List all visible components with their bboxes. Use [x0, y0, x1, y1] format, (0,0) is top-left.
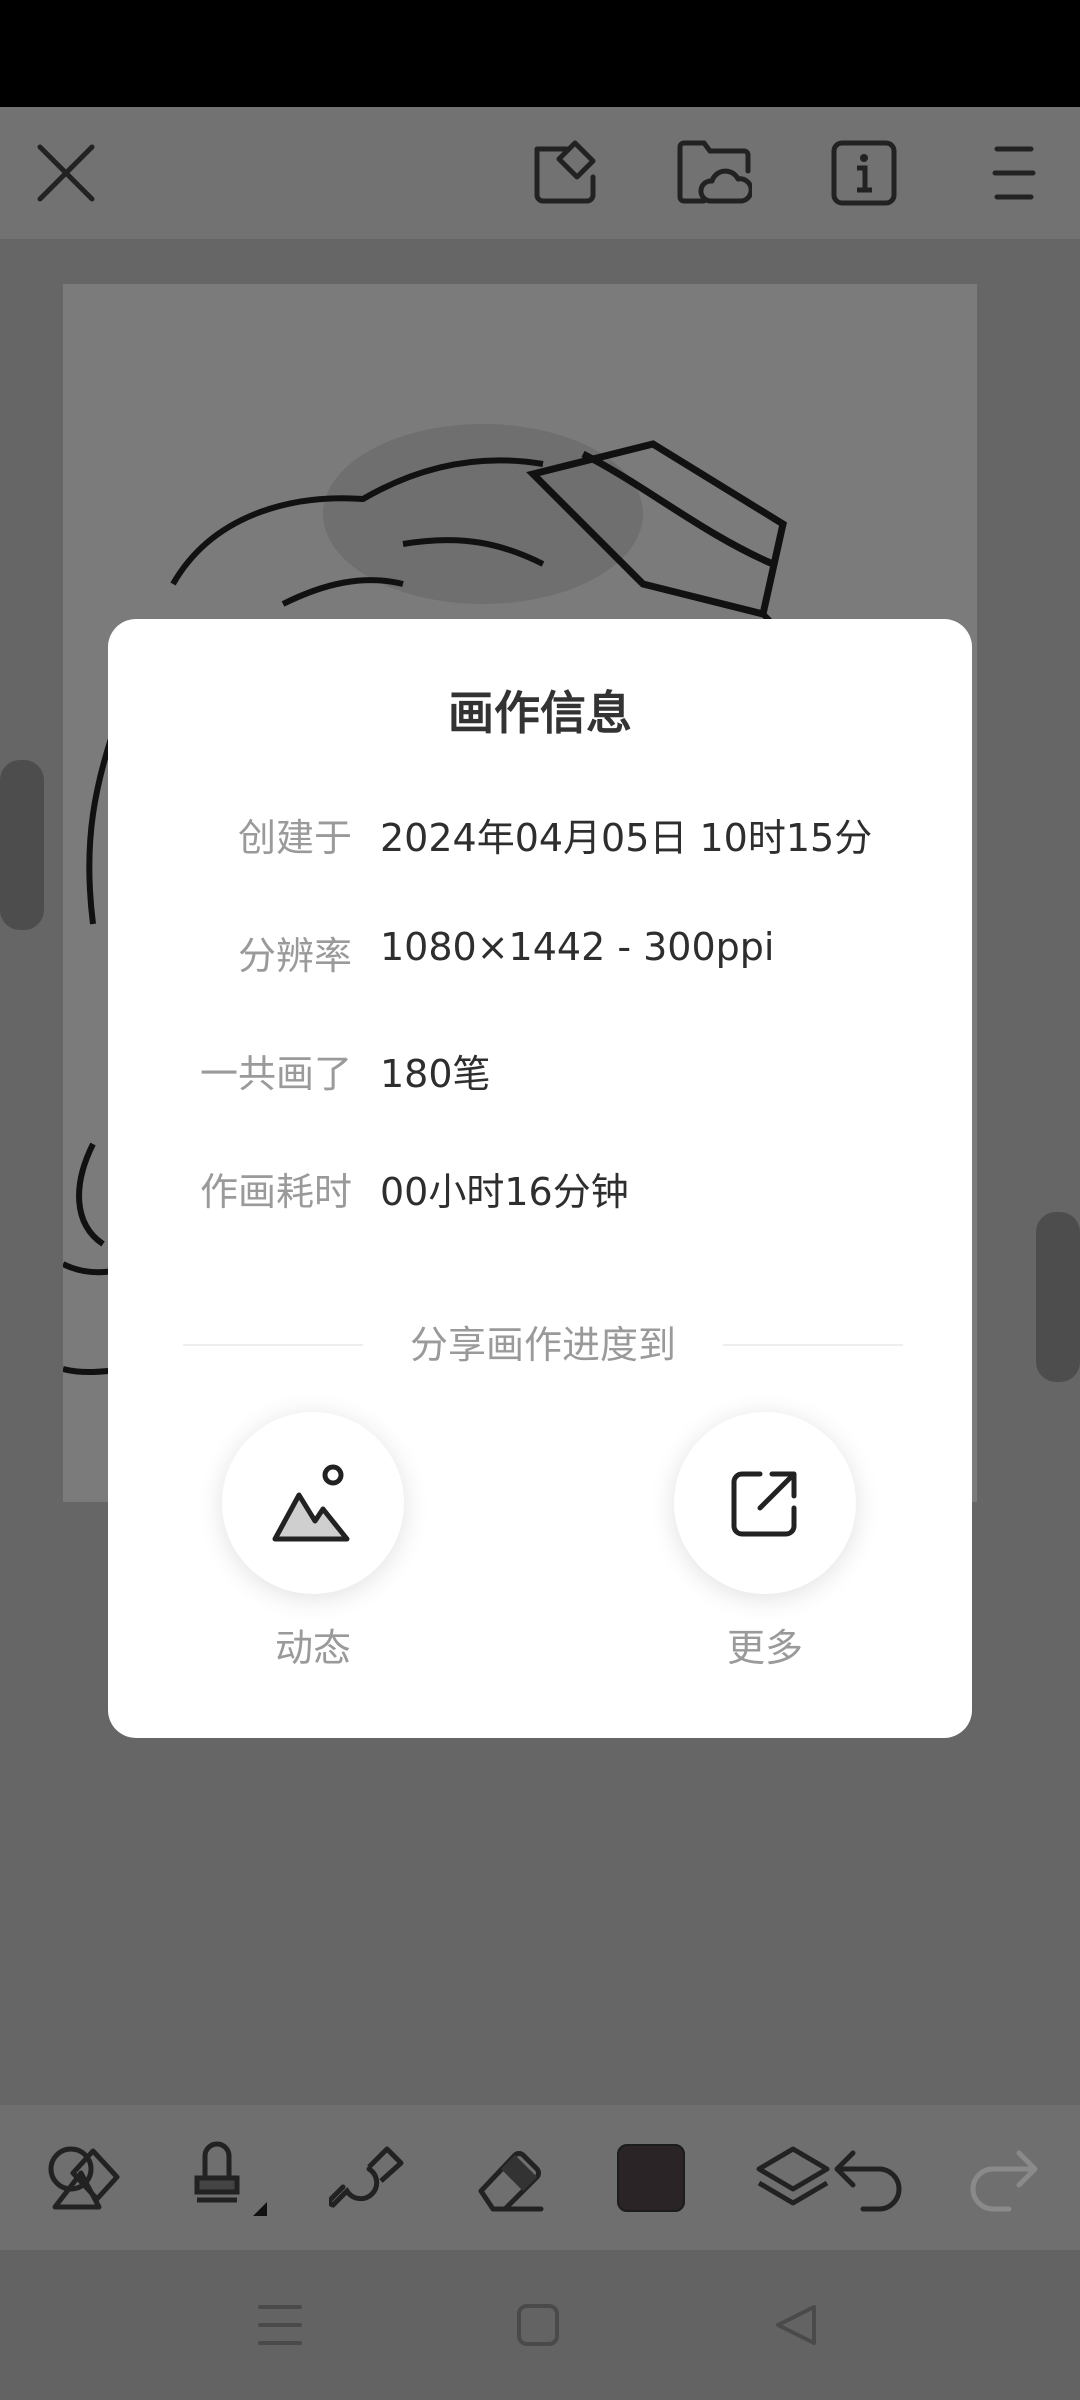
stamp-brush-icon: [194, 2141, 267, 2216]
top-app-bar: [0, 107, 1080, 239]
info-row-resolution: 分辨率 1080×1442 - 300ppi: [108, 925, 972, 985]
info-label: 一共画了: [199, 1052, 352, 1096]
info-row-duration: 作画耗时 00小时16分钟: [108, 1161, 972, 1221]
share-icon-circle[interactable]: [222, 1412, 404, 1594]
stamp-brush-tool-button[interactable]: [180, 2138, 270, 2218]
back-button[interactable]: [756, 2290, 836, 2360]
color-picker-button[interactable]: [606, 2138, 696, 2218]
eraser-tool-button[interactable]: [464, 2138, 554, 2218]
info-value: 1080×1442 - 300ppi: [380, 925, 775, 969]
recent-apps-button[interactable]: [240, 2290, 320, 2360]
cloud-folder-button[interactable]: [668, 127, 760, 219]
share-to-moments-button[interactable]: 动态: [213, 1412, 413, 1692]
info-label: 作画耗时: [199, 1170, 352, 1214]
current-color-swatch[interactable]: [617, 2144, 685, 2212]
artwork-info-dialog: 画作信息 创建于 2024年04月05日 10时15分 分辨率 1080×144…: [108, 619, 972, 1738]
external-share-icon: [731, 1471, 797, 1537]
mountain-image-icon: [272, 1464, 350, 1542]
system-nav-bar: [0, 2250, 1080, 2400]
menu-nav-icon: [258, 2305, 302, 2345]
share-option-label: 更多: [726, 1626, 803, 1670]
eraser-icon: [478, 2151, 544, 2212]
layers-icon: [756, 2146, 830, 2206]
back-nav-icon: [776, 2305, 816, 2345]
info-icon: [831, 140, 897, 206]
close-icon: [37, 144, 95, 202]
smudge-tool-button[interactable]: [322, 2138, 412, 2218]
menu-button[interactable]: [968, 127, 1060, 219]
undo-icon: [834, 2150, 902, 2212]
info-value: 00小时16分钟: [380, 1170, 629, 1214]
edit-shape-icon: [534, 140, 596, 204]
menu-icon: [992, 146, 1036, 200]
share-more-button[interactable]: 更多: [665, 1412, 865, 1692]
bottom-toolbar: [0, 2105, 1080, 2250]
info-button[interactable]: [818, 127, 910, 219]
smudge-icon: [329, 2146, 404, 2208]
info-value: 2024年04月05日 10时15分: [380, 816, 873, 860]
share-section-header: 分享画作进度到: [183, 1314, 903, 1374]
cloud-folder-icon: [677, 140, 752, 204]
dialog-title: 画作信息: [448, 686, 632, 740]
close-button[interactable]: [20, 127, 112, 219]
info-value: 180笔: [380, 1052, 491, 1096]
info-label: 分辨率: [237, 934, 352, 978]
right-slider-handle[interactable]: [1036, 1212, 1080, 1382]
undo-button[interactable]: [824, 2138, 914, 2218]
home-nav-icon: [517, 2304, 559, 2346]
shapes-tool-button[interactable]: [38, 2138, 128, 2218]
share-icon-circle[interactable]: [674, 1412, 856, 1594]
share-option-label: 动态: [274, 1626, 351, 1670]
share-section-title: 分享画作进度到: [409, 1323, 676, 1367]
info-row-strokes: 一共画了 180笔: [108, 1043, 972, 1103]
left-slider-handle[interactable]: [0, 760, 44, 930]
edit-shape-button[interactable]: [519, 127, 611, 219]
info-row-created: 创建于 2024年04月05日 10时15分: [108, 807, 972, 867]
status-bar: [0, 0, 1080, 107]
shapes-icon: [48, 2146, 120, 2210]
redo-button[interactable]: [958, 2138, 1048, 2218]
info-label: 创建于: [237, 816, 352, 860]
home-button[interactable]: [498, 2290, 578, 2360]
redo-icon: [970, 2150, 1038, 2212]
